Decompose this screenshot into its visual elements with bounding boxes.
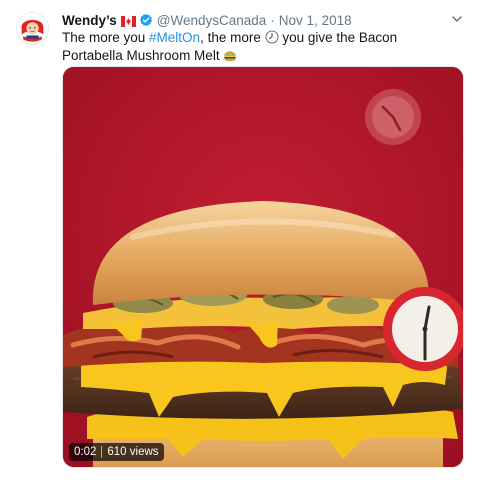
tweet-text-middle: , the more: [200, 30, 265, 45]
video-info-badge: 0:02 610 views: [69, 443, 164, 461]
canada-flag-icon: [120, 15, 136, 27]
author-name[interactable]: Wendy’s: [62, 13, 117, 28]
tweet-card[interactable]: Wendy’s @WendysCanada · Nov 1, 2018 The …: [0, 0, 480, 480]
author-handle[interactable]: @WendysCanada: [157, 13, 267, 28]
chevron-down-icon[interactable]: [450, 12, 464, 26]
burger-emoji-icon: [223, 48, 237, 62]
verified-badge-icon: [139, 13, 153, 27]
video-timestamp: 0:02: [74, 446, 97, 458]
separator-dot: ·: [270, 12, 275, 28]
video-info-divider: [101, 446, 103, 458]
video-frame: [63, 67, 463, 467]
video-player[interactable]: 0:02 610 views: [62, 66, 464, 468]
tweet-text-start: The more you: [62, 30, 150, 45]
tweet-header: Wendy’s @WendysCanada · Nov 1, 2018: [62, 11, 352, 29]
video-view-count: 610 views: [107, 446, 159, 458]
wendys-logo-icon[interactable]: [16, 12, 49, 45]
clock-emoji-icon: [265, 30, 279, 44]
hashtag-link[interactable]: #MeltOn: [149, 30, 200, 45]
tweet-date[interactable]: Nov 1, 2018: [279, 13, 352, 28]
tweet-text: The more you #MeltOn, the more you give …: [62, 29, 442, 65]
